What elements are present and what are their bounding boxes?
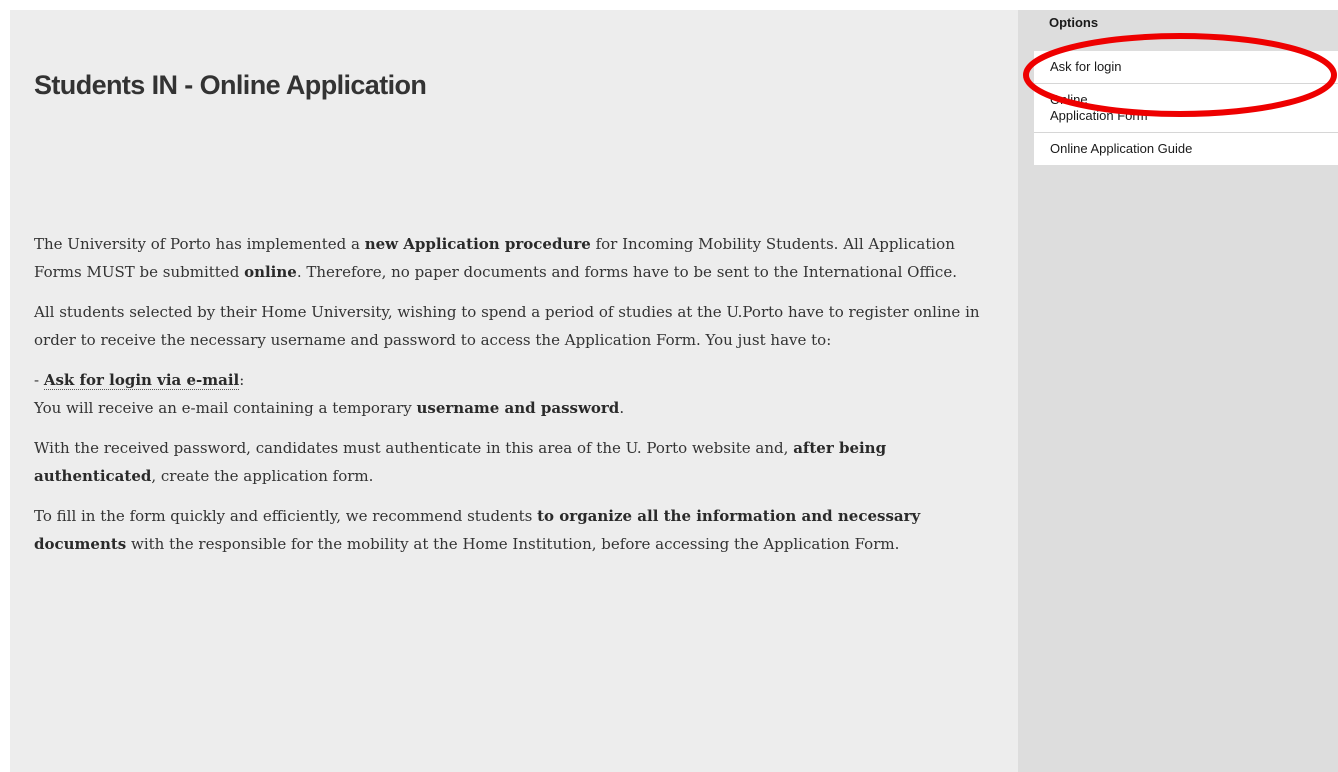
online-emphasis: online bbox=[244, 263, 297, 281]
ask-login-paragraph: - Ask for login via e-mail: You will rece… bbox=[34, 371, 625, 417]
authenticate-paragraph: With the received password, candidates m… bbox=[34, 439, 887, 485]
main-content-area: Students IN - Online Application The Uni… bbox=[10, 10, 1018, 772]
page-title: Students IN - Online Application bbox=[34, 70, 427, 100]
options-sidebar: Options Ask for login Online Application … bbox=[1018, 10, 1338, 772]
menu-item-online-application-guide[interactable]: Online Application Guide bbox=[1034, 133, 1338, 165]
username-password-emphasis: username and password bbox=[416, 399, 620, 417]
recommendation-paragraph: To fill in the form quickly and efficien… bbox=[34, 507, 921, 553]
intro-paragraph: The University of Porto has implemented … bbox=[34, 235, 957, 281]
options-menu: Ask for login Online Application Form Onl… bbox=[1034, 51, 1338, 165]
registration-paragraph: All students selected by their Home Univ… bbox=[34, 303, 980, 349]
article-body: The University of Porto has implemented … bbox=[34, 230, 994, 570]
new-procedure-emphasis: new Application procedure bbox=[364, 235, 591, 253]
menu-item-ask-for-login[interactable]: Ask for login bbox=[1034, 51, 1338, 84]
menu-item-online-application-form[interactable]: Online Application Form bbox=[1034, 84, 1338, 133]
ask-for-login-link[interactable]: Ask for login via e-mail bbox=[43, 371, 240, 390]
options-heading: Options bbox=[1049, 15, 1099, 30]
